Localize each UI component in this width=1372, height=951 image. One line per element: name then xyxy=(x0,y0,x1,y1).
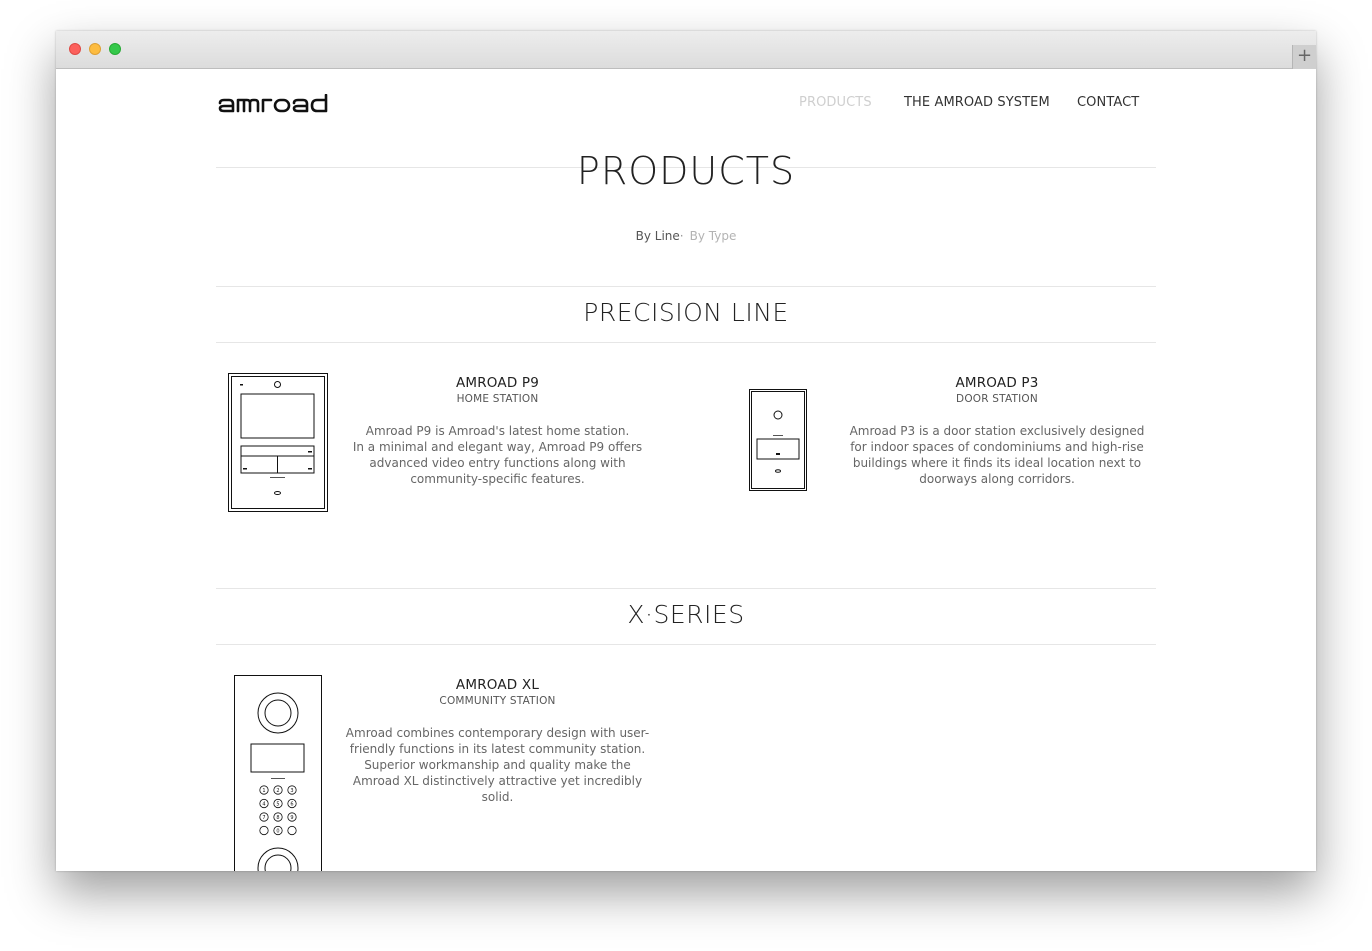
section-divider-bottom xyxy=(216,342,1156,343)
section-divider-bottom xyxy=(216,644,1156,645)
amroad-logo[interactable]: amroad xyxy=(218,94,344,116)
nav-amroad-system[interactable]: THE AMROAD SYSTEM xyxy=(904,95,1050,110)
close-window-button[interactable] xyxy=(69,43,81,55)
community-station-drawing[interactable]: 1 2 3 4 5 6 7 8 9 0 xyxy=(234,675,322,871)
product-name[interactable]: AMROAD XL xyxy=(339,677,656,694)
product-description: Amroad P9 is Amroad's latest home statio… xyxy=(352,424,643,486)
section-title-x-series: X·SERIES xyxy=(627,600,745,629)
product-card-p3[interactable]: AMROAD P3 DOOR STATION Amroad P3 is a do… xyxy=(843,375,1151,487)
section-divider-top xyxy=(216,286,1156,287)
filter-bar: By Line· By Type xyxy=(216,229,1156,243)
page-title: PRODUCTS xyxy=(576,149,796,193)
keypad-key[interactable] xyxy=(287,825,297,836)
product-name[interactable]: AMROAD P3 xyxy=(843,375,1151,392)
keypad-key-label: 9 xyxy=(290,815,293,821)
keypad-key-label: 8 xyxy=(276,815,279,821)
product-name[interactable]: AMROAD P9 xyxy=(339,375,656,392)
keypad-key-label: 3 xyxy=(290,788,293,794)
keypad-key-label: 6 xyxy=(290,802,293,808)
home-station-drawing[interactable] xyxy=(228,373,328,512)
section-title-precision-line: PRECISION LINE xyxy=(583,298,789,327)
keypad-key-label: 0 xyxy=(276,829,279,835)
keypad-key-label: 4 xyxy=(262,802,265,808)
section-divider-top xyxy=(216,588,1156,589)
browser-window: + amroad PRODUCTS THE AMROAD SYSTEM CONT… xyxy=(56,31,1316,871)
page-content: amroad PRODUCTS THE AMROAD SYSTEM CONTAC… xyxy=(56,69,1316,871)
product-description: Amroad P3 is a door station exclusively … xyxy=(849,424,1145,486)
maximize-window-button[interactable] xyxy=(109,43,121,55)
logo-text: amroad xyxy=(218,94,222,95)
product-type: HOME STATION xyxy=(456,393,539,405)
product-card-p9[interactable]: AMROAD P9 HOME STATION Amroad P9 is Amro… xyxy=(339,375,656,487)
filter-by-type[interactable]: By Type xyxy=(690,229,737,243)
keypad-key-label: 2 xyxy=(276,788,279,794)
window-titlebar: + xyxy=(56,31,1316,69)
nav-products[interactable]: PRODUCTS xyxy=(799,95,872,110)
product-description: Amroad combines contemporary design with… xyxy=(345,726,650,804)
keypad-key-label: 7 xyxy=(262,815,265,821)
door-station-drawing[interactable] xyxy=(749,389,807,491)
product-type: COMMUNITY STATION xyxy=(439,695,556,707)
product-type: DOOR STATION xyxy=(956,393,1038,405)
filter-by-line[interactable]: By Line xyxy=(636,229,680,243)
minimize-window-button[interactable] xyxy=(89,43,101,55)
keypad[interactable]: 1 2 3 4 5 6 7 8 9 0 xyxy=(259,785,297,836)
filter-separator: · xyxy=(679,229,684,243)
product-card-xl[interactable]: AMROAD XL COMMUNITY STATION Amroad combi… xyxy=(339,677,656,805)
nav-contact[interactable]: CONTACT xyxy=(1077,95,1139,110)
keypad-key-label: 5 xyxy=(276,802,279,808)
new-tab-button[interactable]: + xyxy=(1292,45,1316,69)
keypad-key-label: 1 xyxy=(262,788,265,794)
keypad-key[interactable] xyxy=(259,825,269,836)
